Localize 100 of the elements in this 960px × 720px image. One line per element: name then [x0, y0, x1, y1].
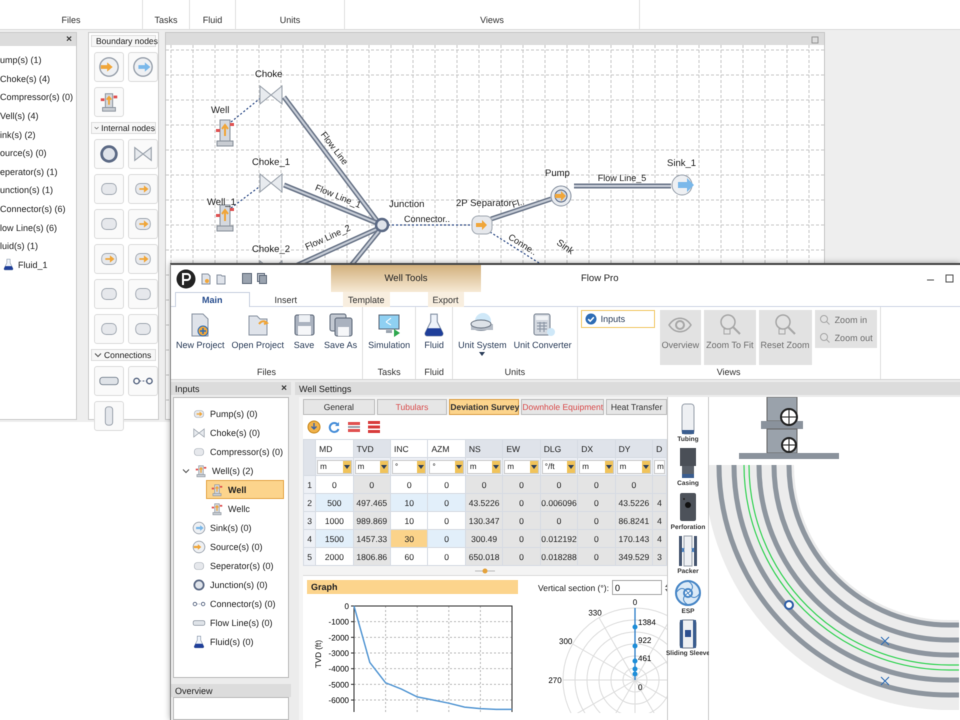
node-tool-button[interactable] — [128, 314, 158, 344]
node-tool-button[interactable] — [94, 401, 124, 431]
tree-item[interactable]: Vell(s) (4) — [0, 106, 76, 126]
pin-icon[interactable] — [811, 34, 820, 44]
ribbon-button[interactable]: Unit System — [456, 310, 509, 358]
ribbon-button[interactable]: Unit Converter — [512, 310, 574, 352]
unit-select[interactable]: m — [616, 460, 652, 474]
table-cell[interactable]: 0 — [428, 494, 466, 512]
tree-item[interactable]: unction(s) (1) — [0, 181, 76, 200]
node-tool-button[interactable] — [94, 366, 124, 396]
ribbon-tab[interactable]: Export — [428, 292, 464, 307]
tree-item[interactable]: ink(s) (2) — [0, 125, 76, 144]
node-tool-button[interactable] — [128, 366, 158, 396]
tree-item[interactable]: Connector(s) (0) — [188, 594, 280, 613]
table-cell[interactable]: 10 — [390, 512, 428, 530]
table-cell[interactable]: 30 — [390, 530, 428, 548]
node-tool-button[interactable] — [128, 52, 158, 82]
tree-item[interactable]: Sink(s) (0) — [188, 518, 256, 537]
ribbon-button[interactable]: Save As — [322, 310, 360, 352]
tree-item[interactable]: Flow Line(s) (0) — [188, 613, 277, 632]
chevron-icon[interactable] — [182, 466, 190, 474]
table-cell[interactable]: 500 — [316, 494, 354, 512]
table-cell[interactable]: 0 — [428, 476, 466, 494]
table-cell[interactable]: 0 — [390, 476, 428, 494]
toolbar-button[interactable] — [347, 420, 361, 434]
node-tool-button[interactable] — [94, 244, 124, 274]
table-cell[interactable]: 60 — [390, 548, 428, 566]
node-tool-button[interactable] — [94, 279, 124, 309]
unit-select[interactable]: m — [317, 460, 352, 474]
table-cell[interactable]: 10 — [390, 494, 428, 512]
node-tool-button[interactable] — [94, 52, 124, 82]
table-cell[interactable]: 0 — [428, 512, 466, 530]
unit-select[interactable]: m — [579, 460, 614, 474]
unit-select[interactable]: °/ft — [542, 460, 576, 474]
checkbox-button[interactable]: Inputs — [580, 310, 655, 328]
node-tool-button[interactable] — [94, 209, 124, 239]
node-tool-button[interactable] — [128, 244, 158, 274]
tree-item[interactable]: Junction(s) (0) — [188, 575, 272, 594]
settings-tab[interactable]: Heat Transfer — [606, 399, 667, 415]
ribbon-tab[interactable]: Template — [343, 292, 390, 307]
maximize-icon[interactable] — [945, 274, 954, 283]
toolbar-button[interactable] — [367, 420, 381, 434]
unit-select[interactable]: m — [466, 460, 502, 474]
tree-item[interactable]: Choke(s) (4) — [0, 70, 76, 88]
new-file-icon[interactable] — [201, 272, 211, 284]
tree-item[interactable]: Seperator(s) (0) — [188, 556, 278, 575]
tree-item[interactable]: ource(s) (0) — [0, 144, 76, 163]
tree-item[interactable]: low Line(s) (6) — [0, 218, 76, 237]
section-header[interactable]: Internal nodes — [91, 122, 156, 134]
tree-item[interactable]: Fluid(s) (0) — [188, 632, 258, 651]
table-cell[interactable]: 0 — [428, 548, 466, 566]
settings-tab[interactable]: Deviation Survey — [449, 399, 520, 415]
close-icon[interactable]: × — [66, 34, 72, 44]
toolbar-button[interactable] — [307, 420, 321, 434]
table-cell[interactable]: 0 — [428, 530, 466, 548]
ribbon-tab[interactable]: Main — [175, 292, 250, 307]
close-icon[interactable]: × — [281, 384, 287, 394]
table-cell[interactable]: 1500 — [316, 530, 354, 548]
folder-icon[interactable] — [216, 272, 226, 284]
node-tool-button[interactable] — [128, 139, 158, 169]
unit-select[interactable]: ° — [392, 460, 426, 474]
table-cell[interactable]: 2000 — [316, 548, 354, 566]
ribbon-button[interactable]: Open Project — [230, 310, 286, 352]
chevron-icon[interactable] — [94, 124, 100, 132]
tree-item[interactable]: Fluid_1 — [0, 256, 76, 274]
section-header[interactable]: Connections — [91, 349, 156, 361]
node-tool-button[interactable] — [128, 174, 158, 204]
chevron-icon[interactable] — [94, 351, 102, 359]
unit-select[interactable]: ° — [429, 460, 464, 474]
floppy-disks-icon[interactable] — [257, 273, 267, 284]
tree-item[interactable]: Compressor(s) (0) — [0, 88, 76, 107]
unit-select[interactable]: m — [504, 460, 539, 474]
unit-select[interactable]: m — [654, 460, 665, 474]
node-tool-button[interactable] — [94, 87, 124, 117]
tree-item[interactable]: Well(s) (2) — [178, 461, 258, 480]
ribbon-button[interactable]: New Project — [174, 310, 227, 352]
section-header[interactable]: Boundary nodes — [91, 35, 156, 47]
tree-item[interactable]: Compressor(s) (0) — [188, 442, 288, 461]
unit-select[interactable]: m — [354, 460, 390, 474]
toolbar-button[interactable] — [327, 420, 341, 434]
node-tool-button[interactable] — [94, 314, 124, 344]
node-tool-button[interactable] — [128, 279, 158, 309]
ribbon-tab[interactable]: Insert — [270, 292, 302, 307]
spin-field[interactable]: 0 — [612, 580, 662, 595]
tree-item[interactable]: Source(s) (0) — [188, 537, 267, 556]
table-cell[interactable]: 0 — [316, 476, 354, 494]
node-tool-button[interactable] — [94, 174, 124, 204]
tree-item[interactable]: Wellc — [206, 499, 254, 518]
tree-item[interactable]: luid(s) (1) — [0, 236, 76, 256]
splitter-handle[interactable] — [475, 568, 495, 574]
ribbon-button[interactable]: Save — [289, 310, 320, 352]
tree-item[interactable]: Well — [206, 480, 284, 499]
ribbon-button[interactable]: Fluid — [419, 310, 450, 352]
settings-tab[interactable]: General — [303, 399, 375, 415]
node-tool-button[interactable] — [128, 209, 158, 239]
tree-item[interactable]: Connector(s) (6) — [0, 200, 76, 218]
ribbon-button[interactable]: Simulation — [366, 310, 412, 352]
node-tool-button[interactable] — [94, 139, 124, 169]
table-cell[interactable]: 1000 — [316, 512, 354, 530]
tree-item[interactable]: ump(s) (1) — [0, 51, 76, 70]
